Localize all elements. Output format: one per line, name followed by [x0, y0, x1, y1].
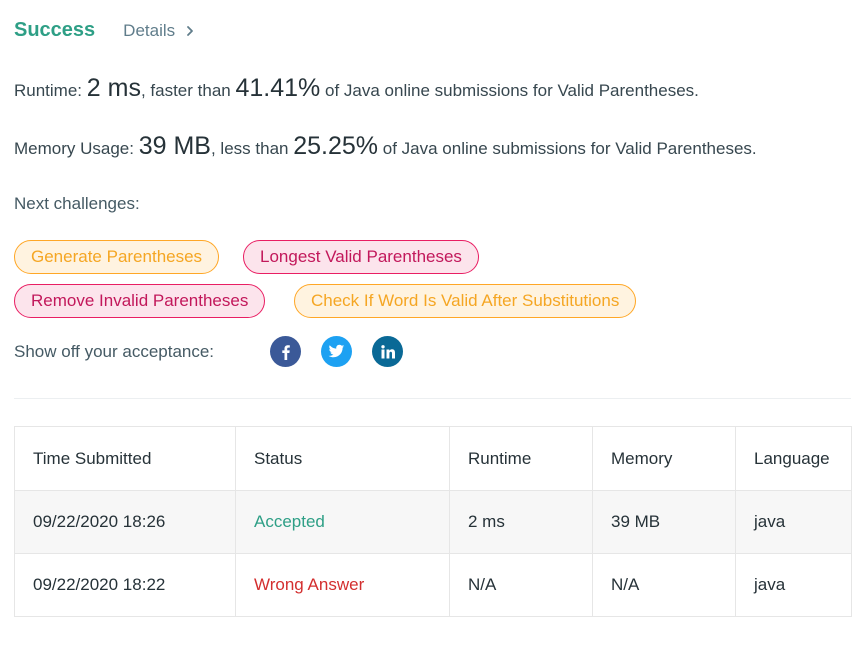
cell-time: 09/22/2020 18:22 — [14, 553, 236, 617]
runtime-comparison: , faster than — [140, 81, 231, 100]
cell-status: Wrong Answer — [235, 553, 450, 617]
status-link-wrong-answer[interactable]: Wrong Answer — [254, 575, 364, 594]
linkedin-share-button[interactable] — [372, 336, 403, 367]
challenge-chip-remove-invalid-parentheses[interactable]: Remove Invalid Parentheses — [14, 284, 266, 318]
facebook-icon — [281, 344, 290, 360]
table-header-row: Time Submitted Status Runtime Memory Lan… — [14, 426, 852, 491]
memory-percent: 25.25% — [293, 132, 379, 160]
cell-language: java — [735, 553, 852, 617]
next-challenges-label: Next challenges: — [14, 194, 140, 213]
share-label: Show off your acceptance: — [14, 342, 215, 361]
cell-status: Accepted — [235, 490, 450, 554]
memory-comparison: , less than — [210, 139, 289, 158]
details-link[interactable]: Details — [123, 21, 195, 41]
memory-value: 39 MB — [138, 132, 211, 160]
memory-label: Memory Usage: — [14, 139, 134, 158]
runtime-percent: 41.41% — [235, 74, 321, 102]
runtime-suffix: of Java online submissions for Valid Par… — [325, 81, 699, 100]
facebook-share-button[interactable] — [270, 336, 301, 367]
memory-stat: Memory Usage: 39 MB, less than 25.25% of… — [14, 132, 757, 161]
twitter-icon — [328, 344, 345, 358]
column-header-memory: Memory — [592, 426, 736, 491]
runtime-value: 2 ms — [86, 74, 141, 102]
cell-runtime: 2 ms — [449, 490, 593, 554]
challenge-chip-longest-valid-parentheses[interactable]: Longest Valid Parentheses — [243, 240, 479, 274]
column-header-language: Language — [735, 426, 852, 491]
linkedin-icon — [380, 344, 395, 358]
table-row: 09/22/2020 18:26 Accepted 2 ms 39 MB jav… — [14, 490, 852, 554]
challenge-chip-generate-parentheses[interactable]: Generate Parentheses — [14, 240, 220, 274]
cell-language: java — [735, 490, 852, 554]
result-status: Success — [14, 19, 96, 41]
column-header-time: Time Submitted — [14, 426, 236, 491]
result-header: Success Details — [14, 19, 195, 42]
details-label: Details — [123, 20, 176, 40]
status-link-accepted[interactable]: Accepted — [254, 512, 325, 531]
cell-memory: 39 MB — [592, 490, 736, 554]
cell-time: 09/22/2020 18:26 — [14, 490, 236, 554]
chevron-right-icon — [187, 25, 194, 36]
cell-memory: N/A — [592, 553, 736, 617]
divider — [14, 398, 851, 399]
column-header-runtime: Runtime — [449, 426, 593, 491]
table-row: 09/22/2020 18:22 Wrong Answer N/A N/A ja… — [14, 553, 852, 617]
memory-suffix: of Java online submissions for Valid Par… — [382, 139, 757, 158]
runtime-label: Runtime: — [14, 81, 83, 100]
column-header-status: Status — [235, 426, 450, 491]
runtime-stat: Runtime: 2 ms, faster than 41.41% of Jav… — [14, 74, 699, 103]
submissions-table: Time Submitted Status Runtime Memory Lan… — [14, 426, 852, 617]
challenge-chip-check-if-word-is-valid[interactable]: Check If Word Is Valid After Substitutio… — [294, 284, 637, 318]
cell-runtime: N/A — [449, 553, 593, 617]
twitter-share-button[interactable] — [321, 336, 352, 367]
